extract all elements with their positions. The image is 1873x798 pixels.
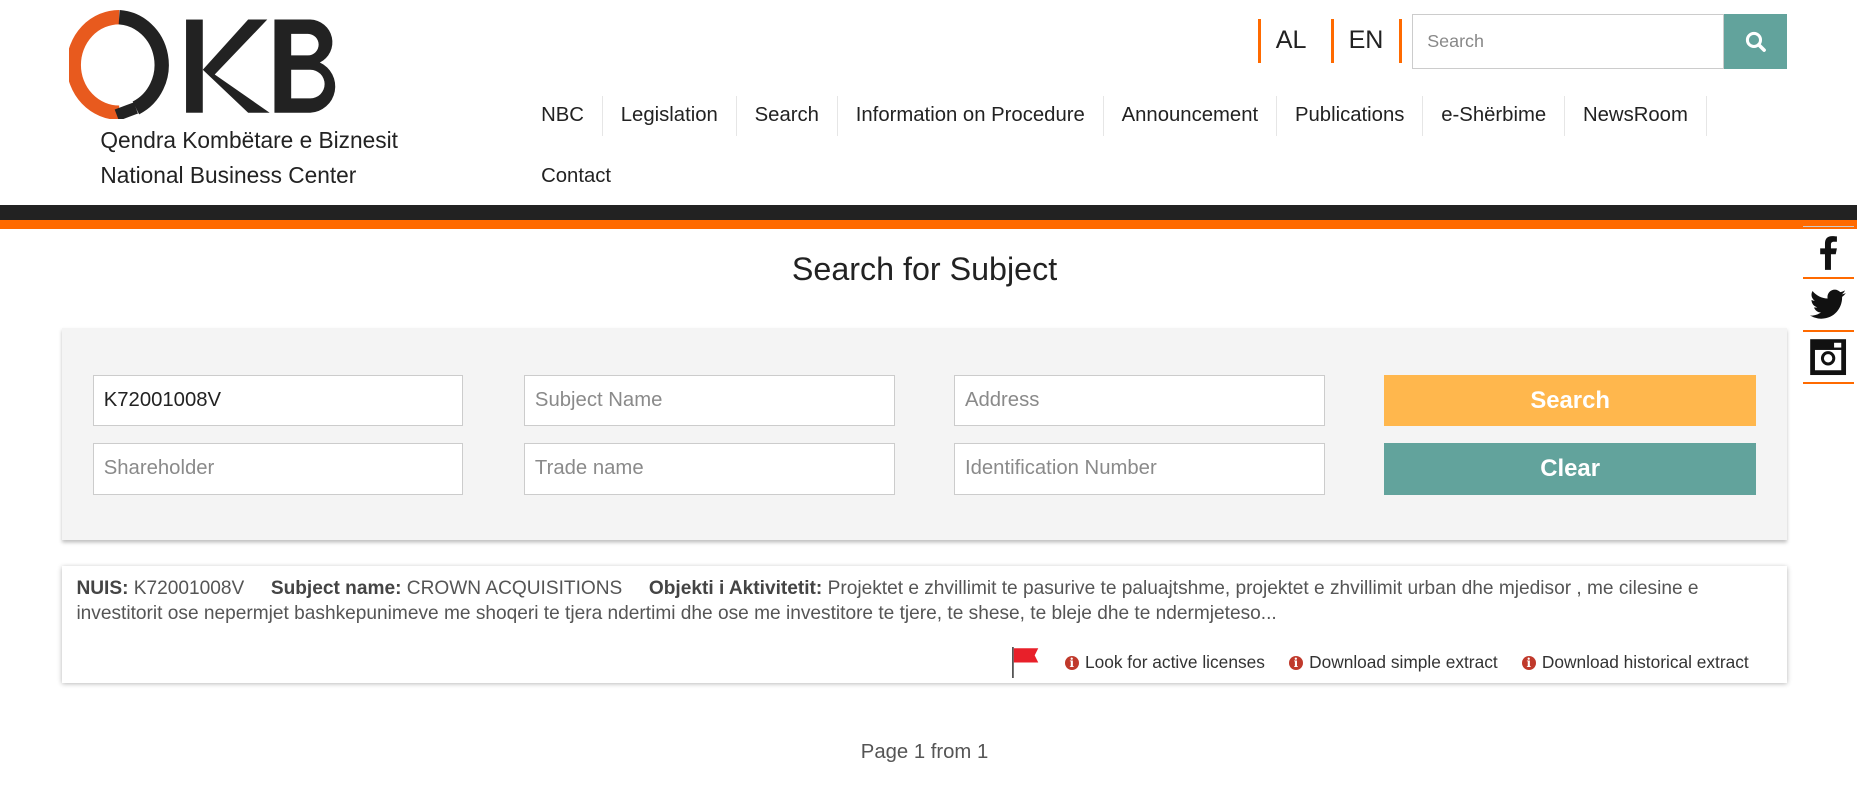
result-actions: i Look for active licenses i Download simp… bbox=[1012, 647, 1749, 679]
nuis-label: NUIS: bbox=[76, 577, 129, 599]
nav-e-sherbime[interactable]: e-Shërbime bbox=[1423, 95, 1566, 137]
trade-name-input[interactable] bbox=[524, 443, 895, 495]
instagram-icon bbox=[1810, 339, 1847, 376]
nav-announcement[interactable]: Announcement bbox=[1104, 95, 1278, 137]
header-search-input[interactable] bbox=[1411, 14, 1724, 70]
shareholder-input[interactable] bbox=[93, 443, 464, 495]
okb-logo bbox=[66, 9, 336, 121]
page-title: Search for Subject bbox=[791, 250, 1058, 287]
download-simple-extract-link[interactable]: i Download simple extract bbox=[1288, 652, 1498, 673]
nuis-value: K72001008V bbox=[133, 577, 245, 599]
header-bar-orange bbox=[0, 219, 1858, 230]
clear-button[interactable]: Clear bbox=[1384, 443, 1756, 495]
info-icon: i bbox=[1064, 655, 1079, 671]
subject-value: CROWN ACQUISITIONS bbox=[406, 577, 623, 599]
result-description: NUIS: K72001008V Subject name: CROWN ACQ… bbox=[76, 576, 1772, 626]
nav-search[interactable]: Search bbox=[737, 95, 838, 137]
header-bar-dark bbox=[0, 205, 1858, 220]
org-name-en: National Business Center bbox=[100, 162, 357, 189]
flag-icon[interactable] bbox=[1012, 647, 1041, 679]
divider bbox=[1257, 19, 1262, 64]
nav-contact[interactable]: Contact bbox=[523, 156, 629, 197]
look-for-active-licenses-link[interactable]: i Look for active licenses bbox=[1064, 652, 1265, 673]
activity-label: Objekti i Aktivitetit: bbox=[648, 577, 823, 599]
search-button[interactable]: Search bbox=[1384, 375, 1756, 427]
lang-en[interactable]: EN bbox=[1349, 26, 1384, 55]
divider bbox=[1398, 19, 1403, 64]
result-card: NUIS: K72001008V Subject name: CROWN ACQ… bbox=[62, 566, 1787, 684]
org-name-sq: Qendra Kombëtare e Biznesit bbox=[100, 126, 398, 153]
logo[interactable] bbox=[66, 9, 356, 126]
download-historical-extract-link[interactable]: i Download historical extract bbox=[1521, 652, 1749, 673]
search-panel: Search Clear bbox=[62, 328, 1787, 540]
pagination-status: Page 1 from 1 bbox=[860, 740, 989, 763]
divider bbox=[1330, 19, 1335, 64]
search-icon bbox=[1745, 31, 1766, 52]
nav-information-on-procedure[interactable]: Information on Procedure bbox=[838, 95, 1104, 137]
instagram-link[interactable] bbox=[1802, 332, 1854, 385]
main-nav: NBC Legislation Search Information on Pr… bbox=[523, 95, 1707, 137]
lang-al[interactable]: AL bbox=[1276, 26, 1307, 55]
nav-newsroom[interactable]: NewsRoom bbox=[1565, 95, 1707, 137]
info-icon: i bbox=[1288, 655, 1304, 671]
subject-name-input[interactable] bbox=[524, 375, 895, 427]
twitter-icon bbox=[1810, 289, 1847, 319]
address-input[interactable] bbox=[954, 375, 1325, 427]
subject-label: Subject name: bbox=[270, 577, 402, 599]
header-search-button[interactable] bbox=[1723, 14, 1787, 70]
info-icon: i bbox=[1521, 655, 1536, 671]
nav-publications[interactable]: Publications bbox=[1277, 95, 1424, 137]
nuis-input[interactable] bbox=[93, 375, 464, 427]
nav-nbc[interactable]: NBC bbox=[523, 95, 603, 137]
identification-number-input[interactable] bbox=[954, 443, 1325, 495]
nav-legislation[interactable]: Legislation bbox=[603, 95, 737, 137]
